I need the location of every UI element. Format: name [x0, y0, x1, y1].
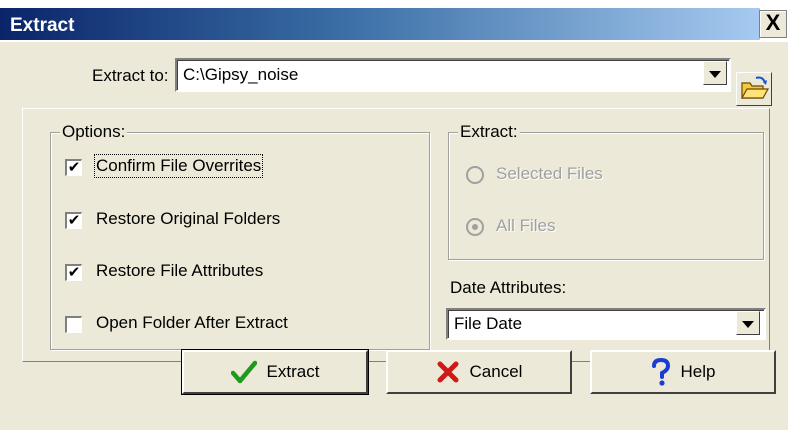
- title-bar: Extract X: [0, 0, 788, 42]
- browse-folder-button[interactable]: [736, 72, 772, 106]
- extract-groupbox: [448, 132, 764, 260]
- extract-button[interactable]: Extract: [181, 349, 369, 395]
- close-button[interactable]: X: [759, 10, 787, 38]
- selected-files-label[interactable]: Selected Files: [496, 164, 603, 184]
- open-folder-checkbox[interactable]: [65, 316, 82, 333]
- extract-to-value[interactable]: C:\Gipsy_noise: [183, 65, 298, 85]
- help-button[interactable]: Help: [590, 350, 776, 394]
- restore-attributes-label[interactable]: Restore File Attributes: [96, 261, 263, 281]
- close-icon: X: [765, 10, 781, 35]
- extract-to-label: Extract to:: [92, 66, 169, 85]
- open-folder-label[interactable]: Open Folder After Extract: [96, 313, 288, 333]
- date-attributes-select[interactable]: File Date: [446, 308, 766, 340]
- question-icon: [651, 358, 670, 386]
- date-attributes-dropdown-arrow[interactable]: [736, 311, 760, 335]
- extract-to-combo[interactable]: C:\Gipsy_noise: [175, 58, 731, 92]
- cancel-button-label: Cancel: [469, 362, 523, 381]
- selected-files-radio[interactable]: [466, 166, 484, 184]
- all-files-label[interactable]: All Files: [496, 216, 556, 236]
- open-folder-icon: [740, 76, 770, 99]
- dialog-client: Extract to: C:\Gipsy_noise Options: ✔ Co…: [0, 42, 788, 430]
- title-gradient: [0, 8, 760, 40]
- options-legend: Options:: [60, 122, 128, 142]
- date-attributes-label: Date Attributes:: [450, 278, 567, 297]
- help-button-label: Help: [680, 362, 716, 381]
- checkmark-icon: [230, 360, 257, 384]
- restore-folders-label[interactable]: Restore Original Folders: [96, 209, 280, 229]
- x-icon: [437, 361, 459, 383]
- all-files-radio[interactable]: [466, 218, 484, 236]
- extract-legend: Extract:: [458, 122, 520, 142]
- confirm-overwrites-checkbox[interactable]: ✔: [65, 159, 82, 176]
- extract-to-dropdown-arrow[interactable]: [703, 61, 727, 85]
- restore-folders-checkbox[interactable]: ✔: [65, 212, 82, 229]
- window-title: Extract: [10, 15, 75, 36]
- restore-attributes-checkbox[interactable]: ✔: [65, 264, 82, 281]
- confirm-overwrites-label[interactable]: Confirm File Overrites: [93, 154, 264, 178]
- date-attributes-value[interactable]: File Date: [454, 314, 522, 334]
- extract-button-label: Extract: [266, 362, 320, 381]
- cancel-button[interactable]: Cancel: [386, 350, 572, 394]
